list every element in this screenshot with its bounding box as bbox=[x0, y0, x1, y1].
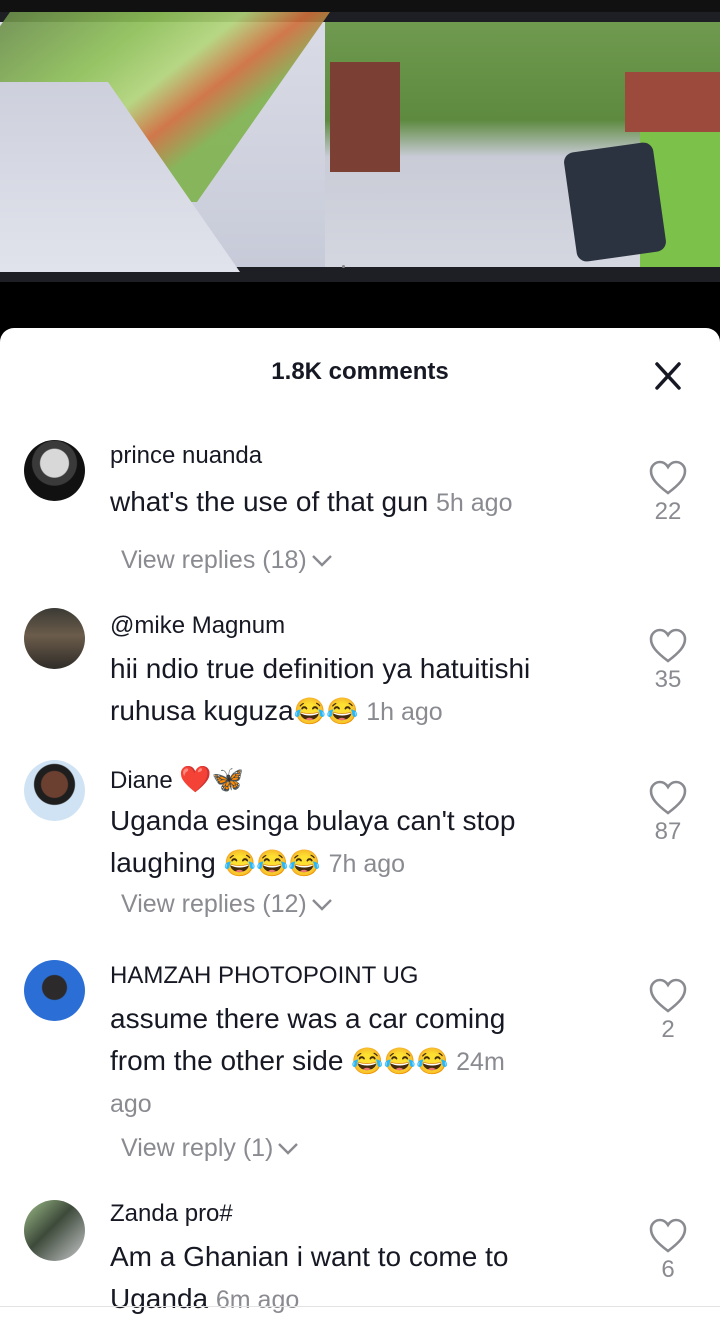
comment-time: 6m ago bbox=[215, 1286, 300, 1314]
avatar[interactable] bbox=[24, 440, 85, 501]
heart-outline-icon bbox=[649, 780, 687, 815]
like-count: 6 bbox=[661, 1256, 675, 1283]
heart-butterfly-emoji-icon: ❤️🦋 bbox=[179, 764, 245, 794]
heart-outline-icon bbox=[649, 978, 687, 1013]
video-player[interactable] bbox=[0, 0, 720, 330]
comment-line: from the other side bbox=[110, 1045, 344, 1076]
view-replies-label: View replies (18) bbox=[121, 546, 307, 574]
like-count: 35 bbox=[654, 666, 682, 693]
like-button[interactable]: 87 bbox=[640, 780, 696, 846]
comment-text: Am a Ghanian i want to come to Uganda 6m… bbox=[110, 1236, 610, 1317]
video-top-edge bbox=[0, 0, 720, 12]
chevron-down-icon bbox=[278, 1143, 299, 1156]
like-button[interactable]: 35 bbox=[640, 628, 696, 694]
close-button[interactable] bbox=[648, 358, 688, 394]
close-icon bbox=[655, 362, 681, 390]
sheet-header: 1.8K comments bbox=[0, 328, 720, 420]
comment-text: what's the use of that gun 5h ago bbox=[110, 481, 610, 524]
like-button[interactable]: 6 bbox=[640, 1218, 696, 1284]
comment-line: laughing bbox=[110, 847, 216, 878]
comment-text: assume there was a car coming from the o… bbox=[110, 998, 610, 1125]
comment-time: 5h ago bbox=[436, 489, 513, 517]
comment-time: 24m bbox=[456, 1048, 505, 1076]
camera-view-left bbox=[0, 12, 330, 272]
comment-line: hii ndio true definition ya hatuitishi bbox=[110, 653, 531, 684]
comment-text: hii ndio true definition ya hatuitishi r… bbox=[110, 648, 610, 733]
wall-image bbox=[625, 72, 720, 132]
like-button[interactable]: 22 bbox=[640, 460, 696, 526]
video-indicator-dot bbox=[342, 265, 345, 268]
truck-image bbox=[562, 141, 668, 263]
laughing-emoji-icon: 😂😂😂 bbox=[351, 1046, 449, 1076]
avatar[interactable] bbox=[24, 1200, 85, 1261]
view-replies-button[interactable]: View replies (18) bbox=[121, 546, 333, 575]
avatar[interactable] bbox=[24, 608, 85, 669]
comment-author[interactable]: prince nuanda bbox=[110, 442, 262, 470]
like-button[interactable]: 2 bbox=[640, 978, 696, 1044]
like-count: 87 bbox=[654, 818, 682, 845]
comment-author[interactable]: @mike Magnum bbox=[110, 612, 285, 640]
comment-author[interactable]: Diane ❤️🦋 bbox=[110, 764, 244, 795]
comment-body: what's the use of that gun bbox=[110, 486, 429, 517]
like-count: 22 bbox=[654, 498, 682, 525]
camera-view-right bbox=[325, 22, 720, 267]
gate-image bbox=[330, 62, 400, 172]
laughing-emoji-icon: 😂😂 bbox=[293, 696, 359, 726]
comment-line: Uganda esinga bulaya can't stop bbox=[110, 805, 516, 836]
heart-outline-icon bbox=[649, 1218, 687, 1253]
comment-time-suffix: ago bbox=[110, 1090, 152, 1118]
laughing-emoji-icon: 😂😂😂 bbox=[223, 848, 321, 878]
avatar[interactable] bbox=[24, 760, 85, 821]
view-replies-button[interactable]: View replies (12) bbox=[121, 890, 333, 919]
video-frame bbox=[0, 12, 720, 282]
comment-author[interactable]: Zanda pro# bbox=[110, 1200, 233, 1228]
view-replies-button[interactable]: View reply (1) bbox=[121, 1134, 299, 1163]
comment-time: 7h ago bbox=[328, 850, 406, 878]
comment-text: Uganda esinga bulaya can't stop laughing… bbox=[110, 800, 610, 885]
comment-line: Am a Ghanian i want to come to bbox=[110, 1241, 509, 1272]
chevron-down-icon bbox=[311, 555, 332, 568]
comment-time: 1h ago bbox=[366, 698, 443, 726]
comment-line: assume there was a car coming bbox=[110, 1003, 506, 1034]
avatar[interactable] bbox=[24, 960, 85, 1021]
view-replies-label: View replies (12) bbox=[121, 890, 307, 918]
comments-count-title: 1.8K comments bbox=[271, 358, 449, 385]
comment-line: Uganda bbox=[110, 1283, 209, 1314]
chevron-down-icon bbox=[311, 899, 332, 912]
like-count: 2 bbox=[661, 1016, 675, 1043]
comments-sheet: 1.8K comments prince nuanda what's the u… bbox=[0, 328, 720, 1317]
comment-input-divider bbox=[0, 1306, 720, 1307]
comment-line: ruhusa kuguza bbox=[110, 695, 294, 726]
heart-outline-icon bbox=[649, 460, 687, 495]
view-replies-label: View reply (1) bbox=[121, 1134, 274, 1162]
heart-outline-icon bbox=[649, 628, 687, 663]
comment-author-name: Diane bbox=[110, 767, 173, 794]
comment-author[interactable]: HAMZAH PHOTOPOINT UG bbox=[110, 962, 418, 990]
